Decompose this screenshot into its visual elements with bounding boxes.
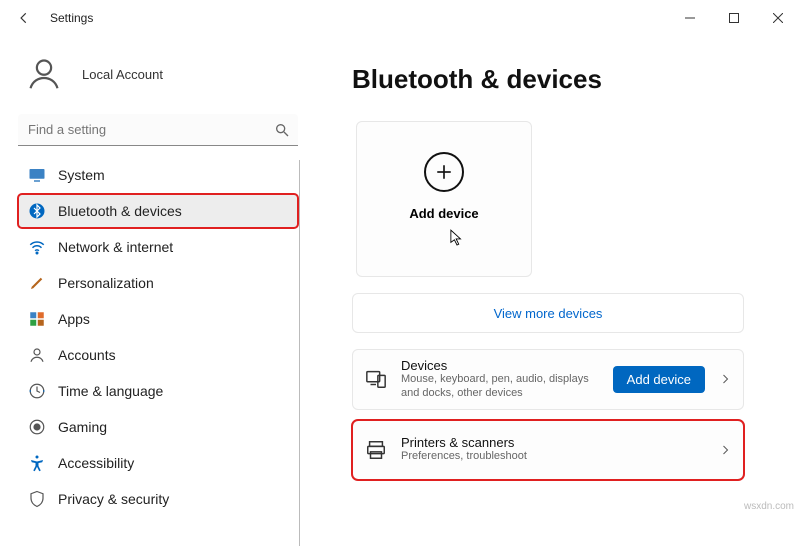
accounts-icon bbox=[28, 346, 46, 364]
search-input[interactable] bbox=[18, 114, 298, 146]
gaming-icon bbox=[28, 418, 46, 436]
row-subtitle: Mouse, keyboard, pen, audio, displays an… bbox=[401, 373, 599, 401]
account-name: Local Account bbox=[82, 67, 163, 82]
window-title: Settings bbox=[50, 11, 93, 25]
nav-label: Gaming bbox=[58, 419, 107, 435]
row-title: Devices bbox=[401, 358, 599, 373]
nav-item-accounts[interactable]: Accounts bbox=[18, 338, 298, 372]
sidebar: Local Account System Bluetooth & devices bbox=[0, 36, 310, 518]
chevron-right-icon bbox=[719, 444, 731, 456]
system-icon bbox=[28, 166, 46, 184]
nav-divider bbox=[299, 160, 300, 546]
nav-label: Personalization bbox=[58, 275, 154, 291]
page-title: Bluetooth & devices bbox=[352, 64, 782, 95]
nav-item-time-language[interactable]: Time & language bbox=[18, 374, 298, 408]
minimize-button[interactable] bbox=[668, 0, 712, 36]
shield-icon bbox=[28, 490, 46, 508]
main-content: Bluetooth & devices Add device View more… bbox=[310, 36, 800, 518]
nav-label: Accounts bbox=[58, 347, 116, 363]
back-button[interactable] bbox=[8, 2, 40, 34]
chevron-right-icon bbox=[719, 373, 731, 385]
brush-icon bbox=[28, 274, 46, 292]
add-device-button[interactable]: Add device bbox=[613, 366, 705, 393]
add-device-tile[interactable]: Add device bbox=[356, 121, 532, 277]
nav-label: Accessibility bbox=[58, 455, 134, 471]
view-more-label: View more devices bbox=[494, 306, 603, 321]
search-icon bbox=[274, 122, 290, 138]
row-devices[interactable]: Devices Mouse, keyboard, pen, audio, dis… bbox=[352, 349, 744, 410]
nav-item-accessibility[interactable]: Accessibility bbox=[18, 446, 298, 480]
row-printers-scanners[interactable]: Printers & scanners Preferences, trouble… bbox=[352, 420, 744, 480]
nav-item-gaming[interactable]: Gaming bbox=[18, 410, 298, 444]
account-block[interactable]: Local Account bbox=[18, 44, 298, 114]
accessibility-icon bbox=[28, 454, 46, 472]
nav-item-bluetooth-devices[interactable]: Bluetooth & devices bbox=[18, 194, 298, 228]
devices-icon bbox=[365, 368, 387, 390]
nav-item-personalization[interactable]: Personalization bbox=[18, 266, 298, 300]
search-box[interactable] bbox=[18, 114, 298, 146]
nav-label: Privacy & security bbox=[58, 491, 169, 507]
apps-icon bbox=[28, 310, 46, 328]
cursor-icon bbox=[450, 229, 464, 247]
view-more-devices[interactable]: View more devices bbox=[352, 293, 744, 333]
close-button[interactable] bbox=[756, 0, 800, 36]
add-device-label: Add device bbox=[409, 206, 478, 221]
nav-item-network[interactable]: Network & internet bbox=[18, 230, 298, 264]
printer-icon bbox=[365, 439, 387, 461]
nav-item-privacy[interactable]: Privacy & security bbox=[18, 482, 298, 516]
plus-icon bbox=[424, 152, 464, 192]
nav-item-system[interactable]: System bbox=[18, 158, 298, 192]
watermark: wsxdn.com bbox=[744, 501, 794, 512]
row-subtitle: Preferences, troubleshoot bbox=[401, 450, 705, 464]
nav-label: Network & internet bbox=[58, 239, 173, 255]
nav-label: Bluetooth & devices bbox=[58, 203, 182, 219]
bluetooth-icon bbox=[28, 202, 46, 220]
nav-label: System bbox=[58, 167, 105, 183]
nav-label: Time & language bbox=[58, 383, 163, 399]
nav-item-apps[interactable]: Apps bbox=[18, 302, 298, 336]
nav-label: Apps bbox=[58, 311, 90, 327]
avatar-icon bbox=[22, 52, 66, 96]
maximize-button[interactable] bbox=[712, 0, 756, 36]
row-title: Printers & scanners bbox=[401, 435, 705, 450]
titlebar: Settings bbox=[0, 0, 800, 36]
wifi-icon bbox=[28, 238, 46, 256]
nav-list: System Bluetooth & devices Network & int… bbox=[18, 158, 298, 516]
clock-icon bbox=[28, 382, 46, 400]
